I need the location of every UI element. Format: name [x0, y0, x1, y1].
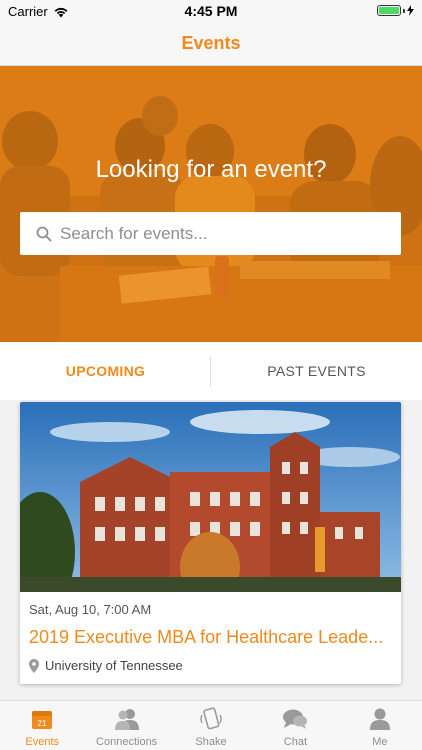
tab-bar-me[interactable]: Me — [338, 701, 422, 750]
chat-bubbles-icon — [283, 709, 308, 729]
page-title: Events — [181, 33, 241, 53]
tab-bar-label: Shake — [195, 736, 227, 748]
event-location: University of Tennessee — [29, 658, 183, 673]
tab-divider — [210, 356, 211, 386]
person-icon — [369, 708, 390, 730]
tab-past-events[interactable]: PAST EVENTS — [211, 342, 422, 400]
event-card[interactable]: Sat, Aug 10, 7:00 AM 2019 Executive MBA … — [20, 402, 401, 684]
status-bar: Carrier 4:45 PM — [0, 0, 422, 22]
location-pin-icon — [29, 658, 39, 673]
tab-upcoming[interactable]: UPCOMING — [0, 342, 211, 400]
tab-bar-chat[interactable]: Chat — [253, 701, 337, 750]
bottom-tab-bar: 21 Events Connections Shake Chat Me — [0, 700, 422, 750]
navigation-bar: Events — [0, 22, 422, 66]
event-image — [20, 402, 401, 592]
tab-bar-events[interactable]: 21 Events — [0, 701, 84, 750]
status-time: 4:45 PM — [184, 3, 238, 19]
hero-title: Looking for an event? — [95, 156, 327, 183]
people-icon — [114, 709, 139, 730]
event-title[interactable]: 2019 Executive MBA for Healthcare Leade.… — [29, 627, 394, 648]
tab-bar-connections[interactable]: Connections — [84, 701, 168, 750]
shake-phone-icon — [200, 707, 222, 730]
tab-bar-label: Chat — [283, 736, 308, 748]
tab-bar-label: Connections — [96, 736, 158, 748]
event-date: Sat, Aug 10, 7:00 AM — [29, 602, 152, 617]
event-filter-tabs: UPCOMING PAST EVENTS — [0, 342, 422, 400]
svg-text:21: 21 — [38, 719, 47, 728]
search-icon — [36, 226, 52, 241]
hero-banner: Looking for an event? — [0, 66, 422, 342]
event-location-label: University of Tennessee — [45, 658, 183, 673]
tab-bar-shake[interactable]: Shake — [169, 701, 253, 750]
battery-icon — [377, 5, 414, 16]
search-bar[interactable] — [20, 212, 401, 255]
search-input[interactable] — [60, 223, 380, 244]
calendar-icon: 21 — [32, 711, 53, 729]
tab-bar-label: Me — [372, 736, 388, 748]
tab-bar-label: Events — [25, 736, 60, 748]
charging-bolt-icon — [407, 5, 414, 16]
